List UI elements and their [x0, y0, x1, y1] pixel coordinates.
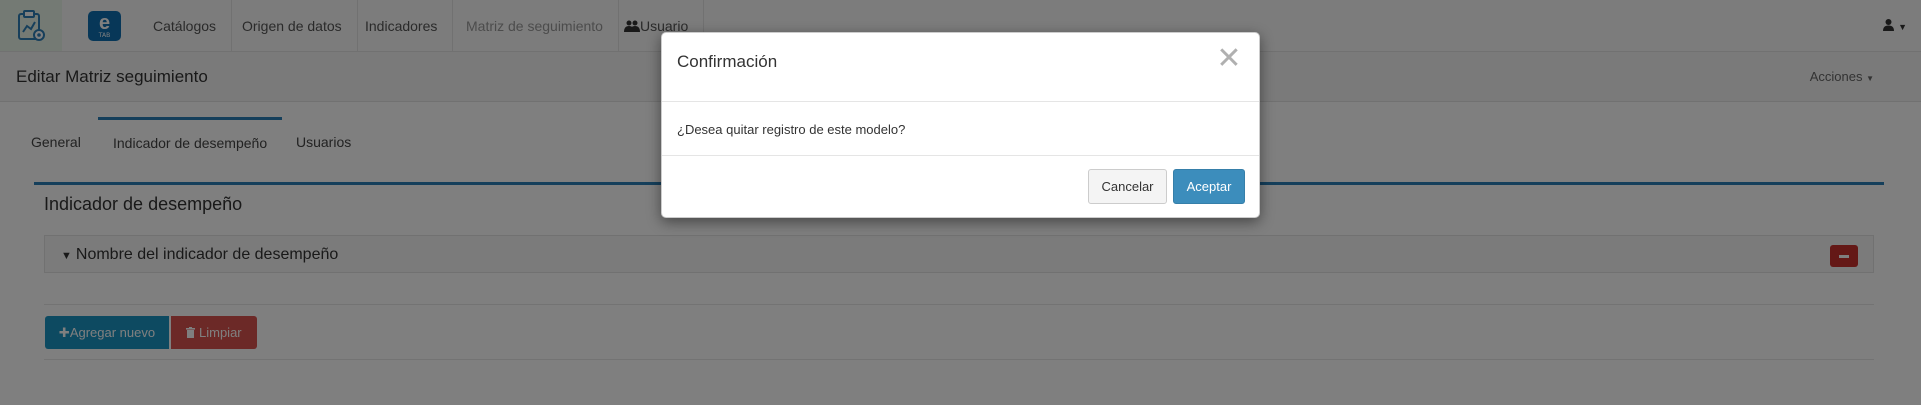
modal-body: ¿Desea quitar registro de este modelo? [662, 102, 1259, 156]
modal-header: Confirmación ✕ [662, 33, 1259, 102]
modal-title: Confirmación [677, 52, 778, 71]
cancel-button[interactable]: Cancelar [1088, 169, 1167, 204]
confirmation-dialog: Confirmación ✕ ¿Desea quitar registro de… [661, 32, 1260, 218]
accept-button[interactable]: Aceptar [1173, 169, 1245, 204]
close-icon[interactable]: ✕ [1215, 44, 1243, 74]
modal-message: ¿Desea quitar registro de este modelo? [677, 122, 906, 137]
